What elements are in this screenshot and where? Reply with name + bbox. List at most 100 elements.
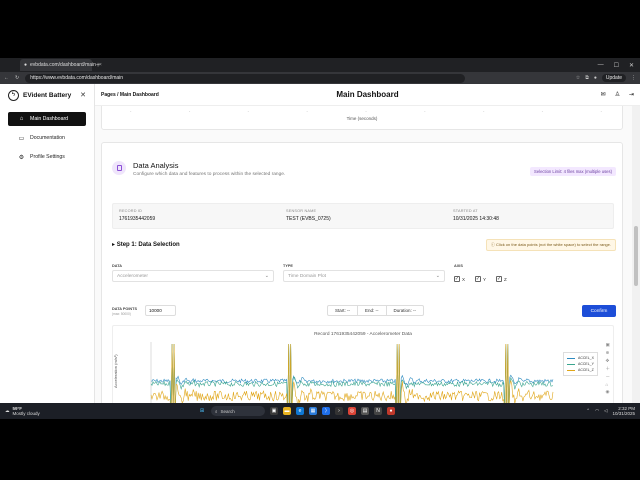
bolt-logo-icon: ϟ — [8, 89, 19, 101]
weather-desc: Mostly cloudy — [12, 411, 40, 416]
breadcrumb: Pages / Main Dashboard — [101, 91, 159, 98]
zoom-out-icon[interactable]: － — [606, 374, 611, 380]
record-id-label: RECORD ID — [119, 209, 143, 213]
vscode-icon[interactable]: ⟩ — [322, 407, 330, 415]
chevron-down-icon: ⌄ — [264, 273, 269, 279]
browser-address-bar: ← ↻ https://www.evbdata.com/dashboard/ma… — [0, 72, 640, 84]
topbar: Pages / Main Dashboard Main Dashboard ✉ … — [95, 84, 640, 106]
legend-label: ACCEL_Y — [578, 362, 594, 366]
started-at-value: 10/31/2025 14:30:48 — [453, 216, 499, 222]
recording-icon[interactable]: ● — [387, 407, 395, 415]
weather-widget[interactable]: ☁ 59°F Mostly cloudy — [5, 406, 40, 416]
start-value: Start: -- — [328, 306, 359, 315]
home-icon: ⌂ — [19, 116, 24, 122]
page-scrollbar[interactable] — [632, 106, 640, 403]
update-button[interactable]: Update — [601, 74, 626, 82]
axis-x-checkbox[interactable]: ✓ X — [454, 276, 465, 282]
sidebar-item-documentation[interactable]: ▭ Documentation — [8, 131, 86, 145]
profile-icon[interactable]: ● — [594, 75, 597, 81]
mail-icon[interactable]: ✉ — [601, 91, 606, 98]
legend-line — [567, 363, 575, 365]
chart-plot-area[interactable] — [113, 326, 615, 403]
data-analysis-card: Data Analysis Configure which data and f… — [101, 142, 623, 403]
new-tab-icon[interactable]: + — [96, 62, 100, 69]
record-id-value: 1761935442059 — [119, 216, 156, 222]
pan-icon[interactable]: ✥ — [606, 358, 611, 364]
axis-z-label: Z — [504, 276, 507, 282]
reload-icon[interactable]: ↻ — [15, 75, 19, 81]
terminal-icon[interactable]: › — [335, 407, 343, 415]
checkmark-icon: ✓ — [475, 275, 482, 282]
plot-toolbar: ▣ ⊕ ✥ ＋ － ⌂ ◉ — [606, 342, 611, 395]
maximize-icon[interactable]: ☐ — [614, 62, 619, 69]
chrome-icon[interactable]: ◎ — [348, 407, 356, 415]
legend-line — [567, 357, 575, 359]
star-icon[interactable]: ☆ — [576, 75, 580, 81]
sidebar: ϟ EVident Battery ✕ ⌂ Main Dashboard ▭ D… — [0, 84, 95, 403]
app-icon[interactable]: ▤ — [361, 407, 369, 415]
camera-icon[interactable]: ◉ — [606, 389, 611, 395]
url-text: https://www.evbdata.com/dashboard/main — [30, 75, 124, 81]
sidebar-item-label: Documentation — [30, 135, 65, 141]
file-explorer-icon[interactable]: ▬ — [283, 407, 291, 415]
legend-line — [567, 369, 575, 371]
browser-tab[interactable]: ● evbdata.com/dashboard/main × — [20, 59, 102, 71]
window-close-icon[interactable]: ✕ — [629, 62, 634, 69]
accelerometer-chart[interactable]: Record 1761935442059 - Accelerometer Dat… — [112, 325, 614, 403]
sidebar-item-main-dashboard[interactable]: ⌂ Main Dashboard — [8, 112, 86, 126]
reset-axes-icon[interactable]: ⌂ — [606, 382, 611, 387]
series-line-accel_x[interactable] — [150, 343, 554, 403]
user-icon[interactable]: ♙ — [615, 91, 620, 98]
axis-checkboxes: ✓ X ✓ Y ✓ Z — [454, 276, 507, 282]
axis-x-label: X — [462, 276, 466, 282]
minimize-icon[interactable]: — — [598, 62, 604, 69]
axis-z-checkbox[interactable]: ✓ Z — [496, 276, 507, 282]
taskbar-search[interactable]: ⌕ Search — [211, 406, 265, 416]
data-points-input[interactable]: 10000 — [145, 305, 176, 316]
legend-item-z[interactable]: ACCEL_Z — [567, 367, 594, 373]
series-line-accel_y[interactable] — [150, 343, 554, 403]
clock-date: 10/31/2025 — [612, 411, 635, 416]
sidebar-item-profile-settings[interactable]: ⚙ Profile Settings — [8, 150, 86, 164]
selection-limit-badge: Selection Limit: 4 files max (multiple u… — [530, 167, 616, 176]
data-select[interactable]: Accelerometer ⌄ — [112, 270, 274, 282]
type-label: TYPE — [283, 264, 293, 268]
tab-title: evbdata.com/dashboard/main — [30, 62, 96, 68]
browser-menu-icon[interactable]: ⋮ — [631, 75, 636, 81]
sensor-name-value: TEST (EVBS_0725) — [286, 216, 331, 222]
zoom-in-icon[interactable]: ＋ — [606, 366, 611, 372]
logout-icon[interactable]: ⇥ — [629, 91, 634, 98]
legend-label: ACCEL_Z — [578, 368, 594, 372]
type-select[interactable]: Time Domain Plot ⌄ — [283, 270, 445, 282]
volume-icon[interactable]: ◁ — [604, 408, 607, 414]
step-hint: ⓘ Click on the data points (not the whit… — [485, 239, 616, 251]
edge-icon[interactable]: e — [296, 407, 304, 415]
previous-chart-ticks: --------- — [130, 108, 602, 113]
step-title[interactable]: ▸ Step 1: Data Selection — [112, 241, 180, 248]
task-view-icon[interactable]: ▣ — [270, 407, 278, 415]
wifi-icon[interactable]: ◠ — [595, 408, 599, 414]
back-icon[interactable]: ← — [4, 75, 9, 81]
axis-y-checkbox[interactable]: ✓ Y — [475, 276, 486, 282]
scrollbar-thumb[interactable] — [634, 226, 638, 286]
legend-label: ACCEL_X — [578, 356, 594, 360]
windows-taskbar: ☁ 59°F Mostly cloudy ⊞ ⌕ Search ▣ ▬ e ▦ … — [0, 403, 640, 419]
zoom-icon[interactable]: ⊕ — [606, 350, 611, 356]
save-plot-icon[interactable]: ▣ — [606, 342, 611, 348]
url-field[interactable]: https://www.evbdata.com/dashboard/main — [25, 73, 466, 83]
clock[interactable]: 2:32 PM 10/31/2025 — [612, 406, 635, 416]
search-icon: ⌕ — [215, 408, 218, 414]
data-points-value: 10000 — [149, 308, 162, 313]
notion-icon[interactable]: N — [374, 407, 382, 415]
chevron-down-icon: ⌄ — [435, 273, 440, 279]
extensions-icon[interactable]: ⧉ — [585, 75, 589, 81]
analysis-title: Data Analysis — [133, 161, 179, 170]
chevron-up-icon[interactable]: ⌃ — [586, 408, 590, 414]
windows-start-icon[interactable]: ⊞ — [198, 407, 206, 415]
data-points-max: (max: 50000) — [112, 312, 131, 316]
record-info: RECORD ID 1761935442059 SENSOR NAME TEST… — [112, 203, 614, 229]
store-icon[interactable]: ▦ — [309, 407, 317, 415]
series-line-accel_z[interactable] — [150, 343, 554, 403]
confirm-button[interactable]: Confirm — [582, 305, 616, 317]
close-sidebar-icon[interactable]: ✕ — [80, 91, 86, 99]
